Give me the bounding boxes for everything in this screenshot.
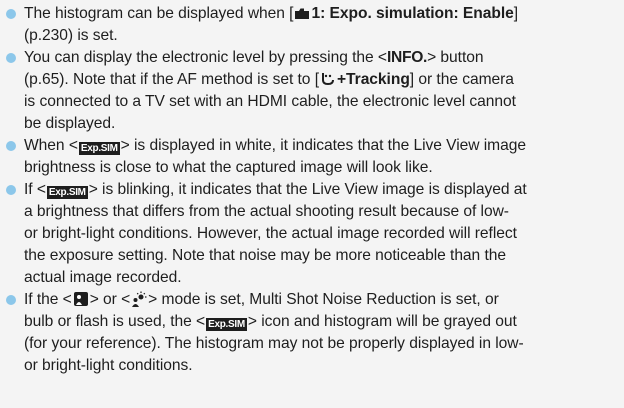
note-text: When < [24, 137, 78, 154]
note-text: actual image recorded. [24, 269, 182, 286]
note-text: ] [513, 5, 519, 22]
menu-setting-text: 1: Expo. simulation: Enable [311, 5, 514, 22]
note-text: > button [427, 49, 484, 66]
note-expsim-blinking: If < Exp.SIM > is blinking, it indicates t… [4, 179, 614, 289]
note-text: > or < [89, 291, 131, 308]
bullet-dot [6, 9, 16, 19]
note-text: You can display the electronic level by … [24, 49, 387, 66]
note-text: > icon and histogram will be grayed out [247, 313, 517, 330]
note-text: If < [24, 181, 46, 198]
note-text: > is displayed in white, it indicates th… [120, 137, 526, 154]
note-text: > mode is set, Multi Shot Noise Reductio… [148, 291, 499, 308]
note-grayed-out: If the < > or < > mode is set, Multi Shot … [4, 289, 614, 377]
note-text: or bright-light conditions. [24, 357, 193, 374]
note-expsim-white: When < Exp.SIM > is displayed in white, it… [4, 135, 614, 179]
note-electronic-level: You can display the electronic level by … [4, 47, 614, 135]
note-text: bulb or flash is used, the < [24, 313, 206, 330]
note-text: (p.230) is set. [24, 27, 118, 44]
note-text: ] or the camera [409, 71, 514, 88]
exposure-simulation-icon: Exp.SIM [46, 186, 88, 199]
hdr-backlight-mode-icon [132, 291, 147, 307]
bullet-dot [6, 53, 16, 63]
note-text: a brightness that differs from the actua… [24, 203, 509, 220]
bullet-dot [6, 295, 16, 305]
note-text: (p.65). Note that if the AF method is se… [24, 71, 319, 88]
notes-list: The histogram can be displayed when [ 1: … [0, 0, 624, 408]
exposure-simulation-icon: Exp.SIM [78, 142, 120, 155]
note-histogram: The histogram can be displayed when [ 1: … [4, 3, 614, 47]
info-button-label: INFO [387, 49, 427, 66]
night-portrait-mode-icon [73, 292, 88, 306]
camera-shooting-icon [295, 8, 310, 19]
note-text: the exposure setting. Note that noise ma… [24, 247, 506, 264]
note-text: be displayed. [24, 115, 116, 132]
note-text: If the < [24, 291, 72, 308]
note-text: > is blinking, it indicates that the Liv… [88, 181, 527, 198]
face-tracking-icon [322, 73, 334, 86]
af-method-text: +Tracking [337, 71, 410, 88]
bullet-dot [6, 185, 16, 195]
note-text: is connected to a TV set with an HDMI ca… [24, 93, 516, 110]
bullet-dot [6, 141, 16, 151]
note-text: brightness is close to what the captured… [24, 159, 433, 176]
note-text: (for your reference). The histogram may … [24, 335, 524, 352]
note-text: The histogram can be displayed when [ [24, 5, 294, 22]
note-text: or bright-light conditions. However, the… [24, 225, 517, 242]
exposure-simulation-icon: Exp.SIM [206, 318, 247, 331]
